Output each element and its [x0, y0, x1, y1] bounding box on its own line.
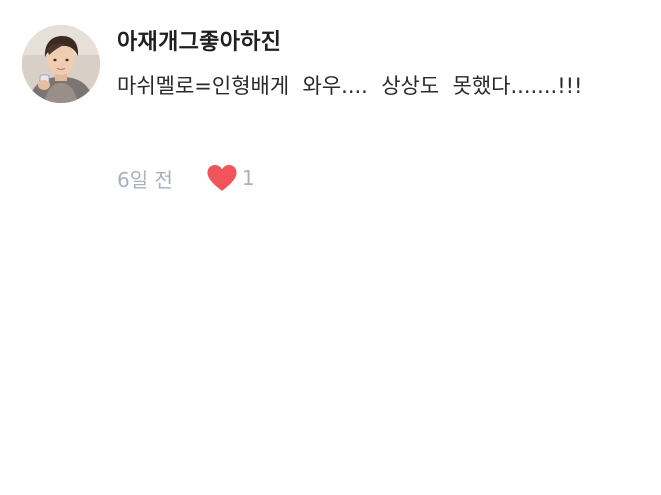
heart-icon[interactable] — [205, 163, 239, 193]
comment-item: 아재개그좋아하진 마쉬멜로=인형배게 와우.... 상상도 못했다.......… — [0, 0, 661, 495]
like-count: 1 — [241, 166, 255, 190]
avatar-image — [22, 25, 100, 103]
username[interactable]: 아재개그좋아하진 — [117, 24, 281, 56]
avatar[interactable] — [22, 25, 100, 103]
timestamp: 6일 전 — [117, 167, 173, 192]
like-button[interactable]: 1 — [205, 163, 255, 193]
comment-meta: 6일 전 1 — [117, 163, 255, 193]
comment-text: 마쉬멜로=인형배게 와우.... 상상도 못했다.......!!! — [117, 74, 583, 98]
